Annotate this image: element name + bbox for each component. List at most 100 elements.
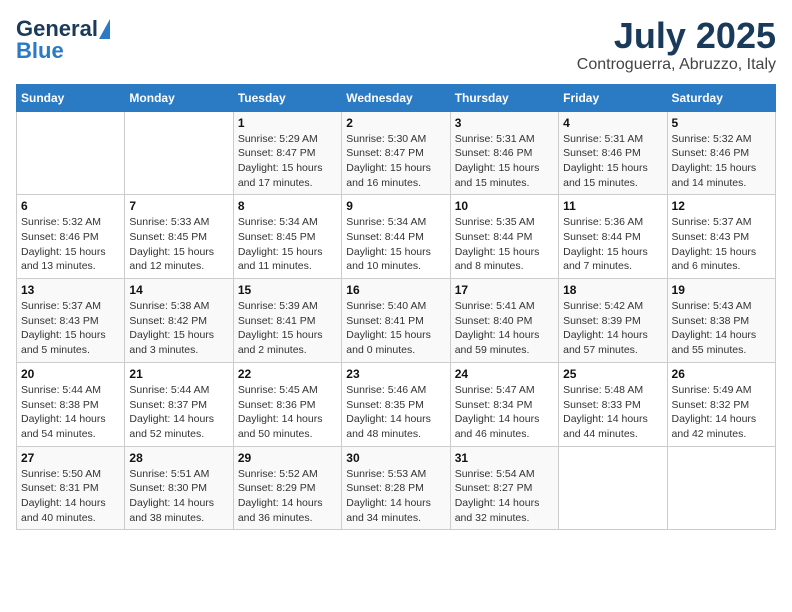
page-title: July 2025 bbox=[577, 16, 776, 56]
cell-content: Sunrise: 5:32 AMSunset: 8:46 PMDaylight:… bbox=[672, 132, 771, 191]
day-number: 3 bbox=[455, 116, 554, 130]
cell-content: Sunrise: 5:32 AMSunset: 8:46 PMDaylight:… bbox=[21, 215, 120, 274]
cell-content: Sunrise: 5:40 AMSunset: 8:41 PMDaylight:… bbox=[346, 299, 445, 358]
calendar-cell: 10 Sunrise: 5:35 AMSunset: 8:44 PMDayligh… bbox=[450, 195, 558, 279]
day-number: 22 bbox=[238, 367, 337, 381]
calendar-cell: 26 Sunrise: 5:49 AMSunset: 8:32 PMDayligh… bbox=[667, 362, 775, 446]
cell-content: Sunrise: 5:31 AMSunset: 8:46 PMDaylight:… bbox=[455, 132, 554, 191]
day-number: 26 bbox=[672, 367, 771, 381]
cell-content: Sunrise: 5:37 AMSunset: 8:43 PMDaylight:… bbox=[672, 215, 771, 274]
calendar-cell: 8 Sunrise: 5:34 AMSunset: 8:45 PMDaylight… bbox=[233, 195, 341, 279]
calendar-cell: 25 Sunrise: 5:48 AMSunset: 8:33 PMDayligh… bbox=[559, 362, 667, 446]
day-number: 13 bbox=[21, 283, 120, 297]
cell-content: Sunrise: 5:53 AMSunset: 8:28 PMDaylight:… bbox=[346, 467, 445, 526]
day-number: 18 bbox=[563, 283, 662, 297]
cell-content: Sunrise: 5:35 AMSunset: 8:44 PMDaylight:… bbox=[455, 215, 554, 274]
day-number: 14 bbox=[129, 283, 228, 297]
calendar-cell: 16 Sunrise: 5:40 AMSunset: 8:41 PMDayligh… bbox=[342, 279, 450, 363]
cell-content: Sunrise: 5:44 AMSunset: 8:38 PMDaylight:… bbox=[21, 383, 120, 442]
calendar-cell: 17Sunrise: 5:41 AMSunset: 8:40 PMDayligh… bbox=[450, 279, 558, 363]
day-number: 15 bbox=[238, 283, 337, 297]
calendar-cell: 27 Sunrise: 5:50 AMSunset: 8:31 PMDayligh… bbox=[17, 446, 125, 530]
calendar-cell: 23Sunrise: 5:46 AMSunset: 8:35 PMDayligh… bbox=[342, 362, 450, 446]
calendar-table: SundayMondayTuesdayWednesdayThursdayFrid… bbox=[16, 84, 776, 531]
calendar-cell: 14 Sunrise: 5:38 AMSunset: 8:42 PMDayligh… bbox=[125, 279, 233, 363]
calendar-cell: 19Sunrise: 5:43 AMSunset: 8:38 PMDayligh… bbox=[667, 279, 775, 363]
day-number: 5 bbox=[672, 116, 771, 130]
cell-content: Sunrise: 5:49 AMSunset: 8:32 PMDaylight:… bbox=[672, 383, 771, 442]
calendar-cell: 15Sunrise: 5:39 AMSunset: 8:41 PMDayligh… bbox=[233, 279, 341, 363]
page-subtitle: Controguerra, Abruzzo, Italy bbox=[577, 56, 776, 74]
weekday-friday: Friday bbox=[559, 84, 667, 111]
calendar-cell: 21 Sunrise: 5:44 AMSunset: 8:37 PMDayligh… bbox=[125, 362, 233, 446]
cell-content: Sunrise: 5:29 AMSunset: 8:47 PMDaylight:… bbox=[238, 132, 337, 191]
cell-content: Sunrise: 5:45 AMSunset: 8:36 PMDaylight:… bbox=[238, 383, 337, 442]
logo: General Blue bbox=[16, 16, 110, 64]
day-number: 1 bbox=[238, 116, 337, 130]
day-number: 20 bbox=[21, 367, 120, 381]
day-number: 25 bbox=[563, 367, 662, 381]
logo-arrow-icon bbox=[99, 19, 110, 39]
day-number: 8 bbox=[238, 199, 337, 213]
cell-content: Sunrise: 5:52 AMSunset: 8:29 PMDaylight:… bbox=[238, 467, 337, 526]
calendar-cell: 7 Sunrise: 5:33 AMSunset: 8:45 PMDaylight… bbox=[125, 195, 233, 279]
calendar-cell: 12 Sunrise: 5:37 AMSunset: 8:43 PMDayligh… bbox=[667, 195, 775, 279]
cell-content: Sunrise: 5:31 AMSunset: 8:46 PMDaylight:… bbox=[563, 132, 662, 191]
day-number: 16 bbox=[346, 283, 445, 297]
calendar-cell: 30 Sunrise: 5:53 AMSunset: 8:28 PMDayligh… bbox=[342, 446, 450, 530]
calendar-cell: 2Sunrise: 5:30 AMSunset: 8:47 PMDaylight… bbox=[342, 111, 450, 195]
cell-content: Sunrise: 5:46 AMSunset: 8:35 PMDaylight:… bbox=[346, 383, 445, 442]
day-number: 28 bbox=[129, 451, 228, 465]
day-number: 12 bbox=[672, 199, 771, 213]
calendar-cell: 4 Sunrise: 5:31 AMSunset: 8:46 PMDaylight… bbox=[559, 111, 667, 195]
day-number: 6 bbox=[21, 199, 120, 213]
day-number: 4 bbox=[563, 116, 662, 130]
page-header: General Blue July 2025 Controguerra, Abr… bbox=[16, 16, 776, 74]
week-row-1: 1 Sunrise: 5:29 AMSunset: 8:47 PMDaylight… bbox=[17, 111, 776, 195]
calendar-cell bbox=[125, 111, 233, 195]
day-number: 21 bbox=[129, 367, 228, 381]
cell-content: Sunrise: 5:33 AMSunset: 8:45 PMDaylight:… bbox=[129, 215, 228, 274]
calendar-cell: 1 Sunrise: 5:29 AMSunset: 8:47 PMDaylight… bbox=[233, 111, 341, 195]
day-number: 10 bbox=[455, 199, 554, 213]
calendar-cell bbox=[667, 446, 775, 530]
calendar-cell bbox=[559, 446, 667, 530]
calendar-cell: 24Sunrise: 5:47 AMSunset: 8:34 PMDayligh… bbox=[450, 362, 558, 446]
day-number: 9 bbox=[346, 199, 445, 213]
calendar-cell: 3 Sunrise: 5:31 AMSunset: 8:46 PMDaylight… bbox=[450, 111, 558, 195]
weekday-saturday: Saturday bbox=[667, 84, 775, 111]
weekday-header-row: SundayMondayTuesdayWednesdayThursdayFrid… bbox=[17, 84, 776, 111]
week-row-3: 13 Sunrise: 5:37 AMSunset: 8:43 PMDayligh… bbox=[17, 279, 776, 363]
calendar-cell: 20 Sunrise: 5:44 AMSunset: 8:38 PMDayligh… bbox=[17, 362, 125, 446]
week-row-4: 20 Sunrise: 5:44 AMSunset: 8:38 PMDayligh… bbox=[17, 362, 776, 446]
cell-content: Sunrise: 5:36 AMSunset: 8:44 PMDaylight:… bbox=[563, 215, 662, 274]
calendar-cell: 5 Sunrise: 5:32 AMSunset: 8:46 PMDaylight… bbox=[667, 111, 775, 195]
weekday-wednesday: Wednesday bbox=[342, 84, 450, 111]
weekday-sunday: Sunday bbox=[17, 84, 125, 111]
calendar-cell: 22 Sunrise: 5:45 AMSunset: 8:36 PMDayligh… bbox=[233, 362, 341, 446]
cell-content: Sunrise: 5:37 AMSunset: 8:43 PMDaylight:… bbox=[21, 299, 120, 358]
week-row-5: 27 Sunrise: 5:50 AMSunset: 8:31 PMDayligh… bbox=[17, 446, 776, 530]
day-number: 17 bbox=[455, 283, 554, 297]
calendar-cell: 18Sunrise: 5:42 AMSunset: 8:39 PMDayligh… bbox=[559, 279, 667, 363]
calendar-cell: 11Sunrise: 5:36 AMSunset: 8:44 PMDayligh… bbox=[559, 195, 667, 279]
day-number: 7 bbox=[129, 199, 228, 213]
weekday-tuesday: Tuesday bbox=[233, 84, 341, 111]
day-number: 19 bbox=[672, 283, 771, 297]
weekday-monday: Monday bbox=[125, 84, 233, 111]
cell-content: Sunrise: 5:38 AMSunset: 8:42 PMDaylight:… bbox=[129, 299, 228, 358]
day-number: 30 bbox=[346, 451, 445, 465]
cell-content: Sunrise: 5:50 AMSunset: 8:31 PMDaylight:… bbox=[21, 467, 120, 526]
cell-content: Sunrise: 5:48 AMSunset: 8:33 PMDaylight:… bbox=[563, 383, 662, 442]
cell-content: Sunrise: 5:34 AMSunset: 8:45 PMDaylight:… bbox=[238, 215, 337, 274]
title-block: July 2025 Controguerra, Abruzzo, Italy bbox=[577, 16, 776, 74]
day-number: 27 bbox=[21, 451, 120, 465]
cell-content: Sunrise: 5:44 AMSunset: 8:37 PMDaylight:… bbox=[129, 383, 228, 442]
cell-content: Sunrise: 5:51 AMSunset: 8:30 PMDaylight:… bbox=[129, 467, 228, 526]
day-number: 31 bbox=[455, 451, 554, 465]
calendar-cell: 28 Sunrise: 5:51 AMSunset: 8:30 PMDayligh… bbox=[125, 446, 233, 530]
day-number: 24 bbox=[455, 367, 554, 381]
calendar-cell: 31Sunrise: 5:54 AMSunset: 8:27 PMDayligh… bbox=[450, 446, 558, 530]
day-number: 2 bbox=[346, 116, 445, 130]
cell-content: Sunrise: 5:34 AMSunset: 8:44 PMDaylight:… bbox=[346, 215, 445, 274]
